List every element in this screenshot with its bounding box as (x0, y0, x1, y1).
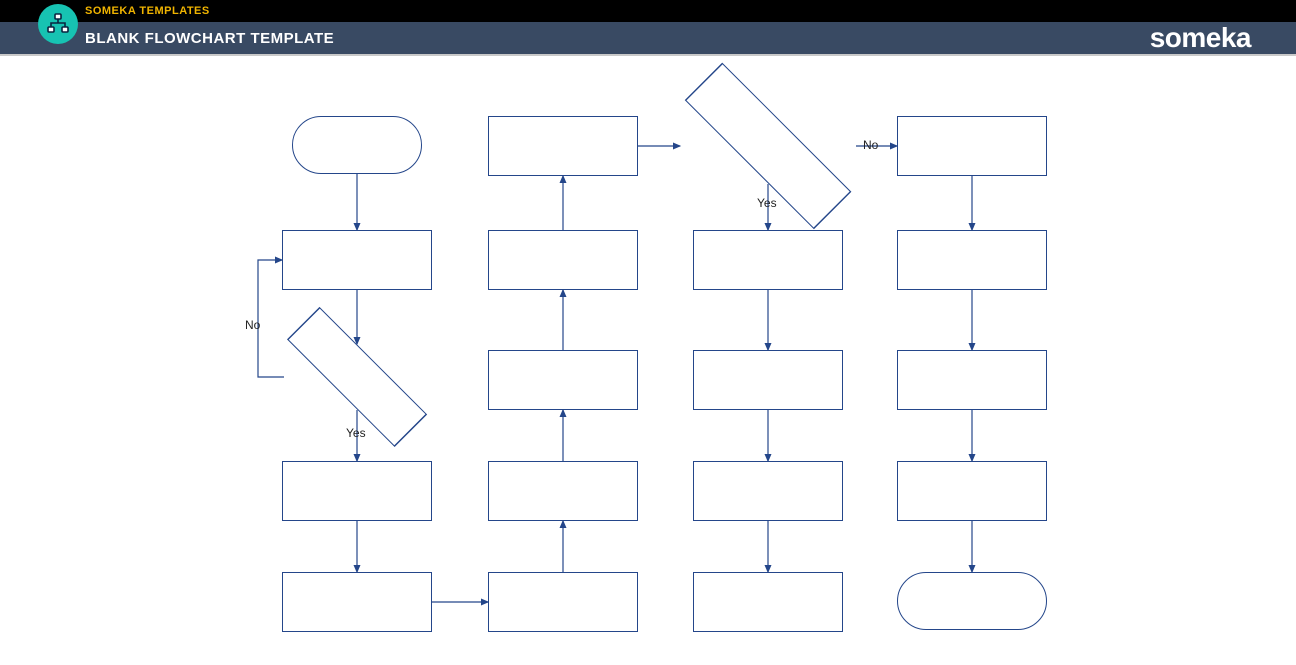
flowchart-canvas: No Yes No Yes (0, 56, 1296, 665)
edge-label-no-top: No (863, 138, 878, 152)
brand-logo (38, 4, 78, 44)
node-process-B5[interactable] (488, 572, 638, 632)
node-process-D1[interactable] (897, 116, 1047, 176)
node-process-A4[interactable] (282, 461, 432, 521)
node-process-B4[interactable] (488, 461, 638, 521)
brand-wordmark: someka (1150, 22, 1251, 54)
node-process-B3[interactable] (488, 350, 638, 410)
category-label: SOMEKA TEMPLATES (85, 5, 210, 17)
connectors (0, 56, 1296, 665)
node-process-C5[interactable] (693, 572, 843, 632)
category-bar: SOMEKA TEMPLATES (0, 0, 1296, 22)
node-process-C2[interactable] (693, 230, 843, 290)
page-title: BLANK FLOWCHART TEMPLATE (85, 30, 334, 47)
node-process-D4[interactable] (897, 461, 1047, 521)
node-terminator-D5[interactable] (897, 572, 1047, 630)
node-process-C4[interactable] (693, 461, 843, 521)
edge-label-yes-left: Yes (346, 426, 366, 440)
node-process-B2[interactable] (488, 230, 638, 290)
node-process-A5[interactable] (282, 572, 432, 632)
title-bar: BLANK FLOWCHART TEMPLATE someka (0, 22, 1296, 56)
node-process-C3[interactable] (693, 350, 843, 410)
node-process-B1[interactable] (488, 116, 638, 176)
edge-label-yes-top: Yes (757, 196, 777, 210)
node-process-D2[interactable] (897, 230, 1047, 290)
node-terminator-A1[interactable] (292, 116, 422, 174)
edge-label-no-left: No (245, 318, 260, 332)
node-process-A2[interactable] (282, 230, 432, 290)
node-decision-C1[interactable] (678, 108, 858, 184)
node-process-D3[interactable] (897, 350, 1047, 410)
node-decision-A3[interactable] (282, 344, 432, 410)
